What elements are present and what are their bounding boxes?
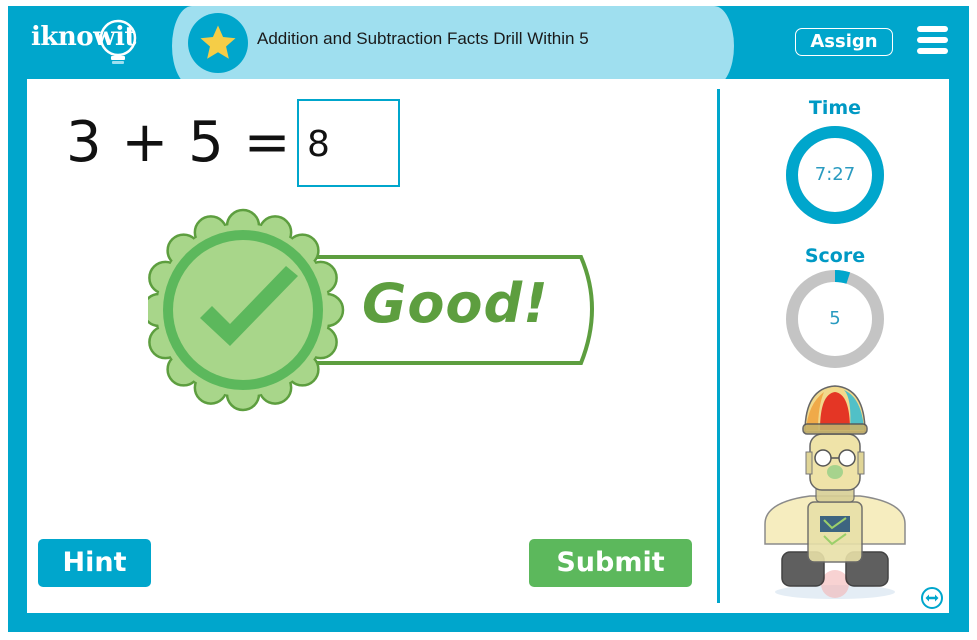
time-label: Time bbox=[808, 97, 862, 119]
score-label: Score bbox=[804, 245, 866, 267]
hint-button[interactable]: Hint bbox=[38, 539, 151, 587]
swap-horizontal-icon[interactable] bbox=[920, 586, 944, 610]
answer-input[interactable]: 8 bbox=[297, 99, 400, 187]
lesson-title: Addition and Subtraction Facts Drill Wit… bbox=[257, 29, 589, 48]
time-value: 7:27 bbox=[814, 164, 856, 185]
feedback-message: Good! bbox=[362, 272, 549, 335]
iknowit-logo[interactable]: iknowit bbox=[31, 16, 151, 66]
panel-divider bbox=[717, 89, 720, 603]
score-value: 5 bbox=[829, 308, 841, 329]
equation-text: 3 + 5 = bbox=[66, 110, 292, 175]
lightbulb-icon bbox=[99, 19, 137, 64]
star-badge bbox=[188, 13, 248, 73]
star-icon bbox=[200, 25, 236, 59]
assign-button[interactable]: Assign bbox=[795, 28, 893, 56]
submit-button[interactable]: Submit bbox=[529, 539, 692, 587]
hamburger-menu-icon[interactable] bbox=[917, 26, 948, 54]
robot-character bbox=[764, 385, 906, 599]
